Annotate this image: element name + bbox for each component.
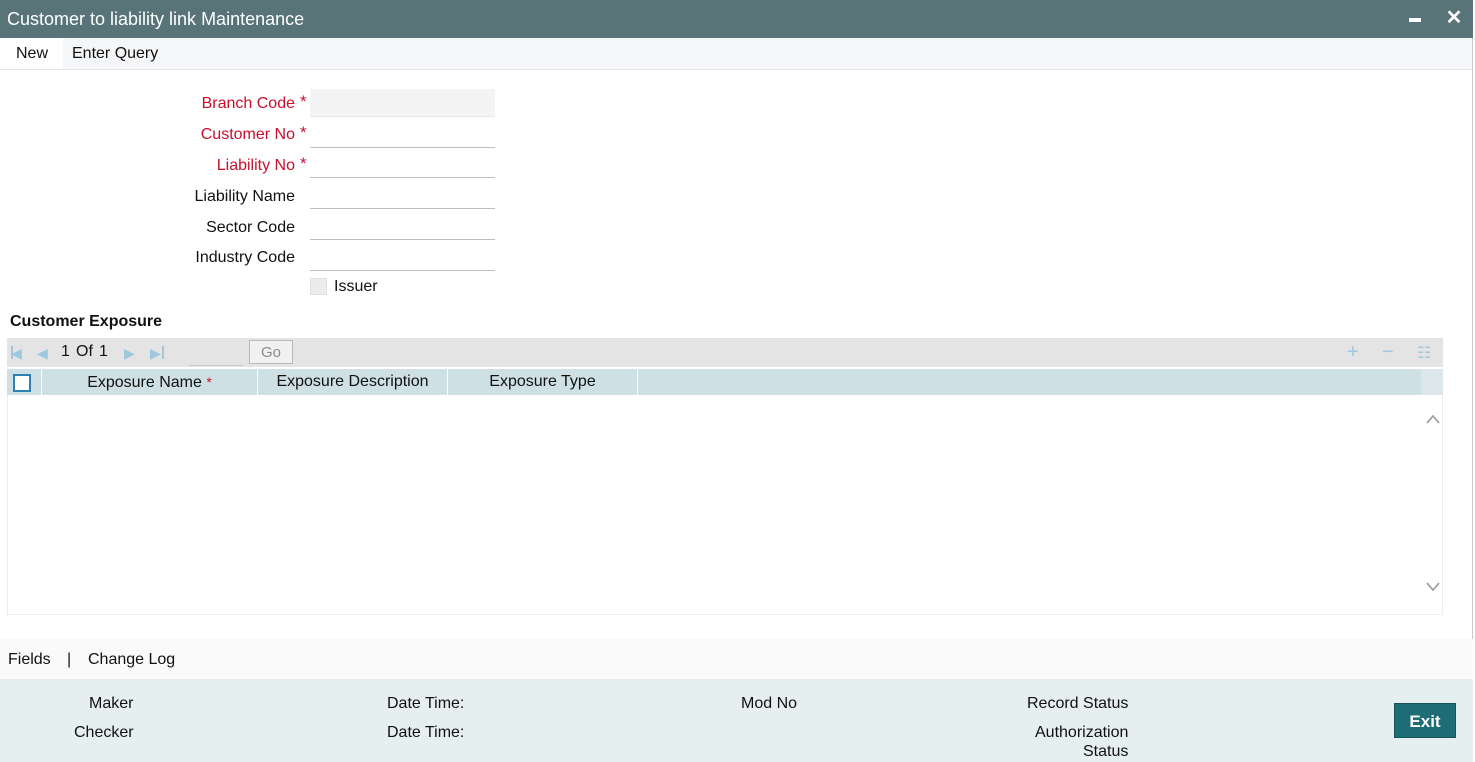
go-button[interactable]: Go [249, 340, 293, 364]
last-page-icon[interactable]: ▶ [150, 345, 161, 362]
select-all-checkbox[interactable] [13, 374, 31, 392]
single-view-icon[interactable]: ☷ [1417, 343, 1431, 363]
scroll-up-icon[interactable] [1424, 411, 1442, 429]
menu-new[interactable]: New [16, 45, 48, 63]
previous-page-icon[interactable]: ◀ [37, 345, 48, 362]
total-pages: 1 [99, 343, 108, 360]
minimize-icon[interactable] [1404, 6, 1426, 30]
liability-no-field[interactable] [310, 150, 495, 178]
current-page: 1 [61, 343, 70, 360]
liability-no-label: Liability No [216, 157, 295, 174]
header-scroll-gutter [1421, 369, 1443, 395]
column-exposure-description[interactable]: Exposure Description [258, 369, 448, 395]
branch-code-label: Branch Code [201, 95, 295, 112]
column-exposure-name[interactable]: Exposure Name * [42, 369, 258, 395]
audit-bar: Maker Checker Date Time: Date Time: Mod … [0, 679, 1473, 762]
branch-code-field[interactable] [310, 89, 495, 117]
record-status-label: Record Status [1027, 695, 1129, 712]
change-log-link[interactable]: Change Log [88, 651, 175, 669]
footer-links: Fields | Change Log [0, 639, 1473, 679]
customer-no-field[interactable] [310, 120, 495, 148]
add-row-icon[interactable]: + [1347, 341, 1359, 364]
sector-code-label: Sector Code [206, 219, 295, 236]
delete-row-icon[interactable]: − [1382, 341, 1394, 364]
menu-enter-query[interactable]: Enter Query [72, 45, 158, 63]
page-of-label: Of [76, 343, 93, 360]
industry-code-label: Industry Code [195, 249, 295, 266]
industry-code-field[interactable] [310, 243, 495, 271]
last-page-bar [162, 346, 164, 359]
close-icon[interactable]: ✕ [1443, 6, 1465, 30]
sector-code-field[interactable] [310, 212, 495, 240]
required-marker: * [206, 374, 212, 390]
liability-name-field[interactable] [310, 181, 495, 209]
issuer-checkbox[interactable] [310, 278, 327, 295]
footer-separator: | [67, 651, 72, 668]
grid-body [7, 395, 1443, 615]
required-marker: * [300, 92, 307, 111]
window-title: Customer to liability link Maintenance [7, 9, 305, 29]
maker-date-time-label: Date Time: [387, 695, 465, 712]
mod-no-label: Mod No [741, 695, 798, 712]
issuer-label: Issuer [334, 278, 378, 295]
select-all-cell [7, 369, 42, 395]
grid-toolbar: ◀ ◀ 1 Of 1 ▶ ▶ Go + − ☷ [7, 338, 1443, 367]
window-titlebar: Customer to liability link Maintenance ✕ [0, 0, 1473, 38]
next-page-icon[interactable]: ▶ [124, 345, 135, 362]
required-marker: * [300, 154, 307, 173]
liability-name-label: Liability Name [194, 188, 295, 205]
first-page-bar [11, 346, 13, 359]
required-marker: * [300, 123, 307, 142]
menu-bar: New Enter Query [0, 38, 1473, 70]
grid-header: Exposure Name * Exposure Description Exp… [7, 369, 1443, 395]
maker-label: Maker [89, 695, 134, 712]
fields-link[interactable]: Fields [8, 651, 51, 669]
checker-date-time-label: Date Time: [387, 724, 465, 741]
checker-label: Checker [74, 724, 134, 741]
authorization-label: Authorization [1035, 724, 1129, 741]
customer-exposure-title: Customer Exposure [10, 313, 163, 330]
scroll-down-icon[interactable] [1424, 577, 1442, 595]
authorization-status-label: Status [1083, 743, 1129, 760]
column-label: Exposure Name [87, 374, 202, 391]
customer-no-label: Customer No [200, 126, 295, 143]
page-number-input[interactable] [189, 341, 243, 366]
exit-button[interactable]: Exit [1394, 703, 1456, 738]
column-exposure-type[interactable]: Exposure Type [448, 369, 638, 395]
